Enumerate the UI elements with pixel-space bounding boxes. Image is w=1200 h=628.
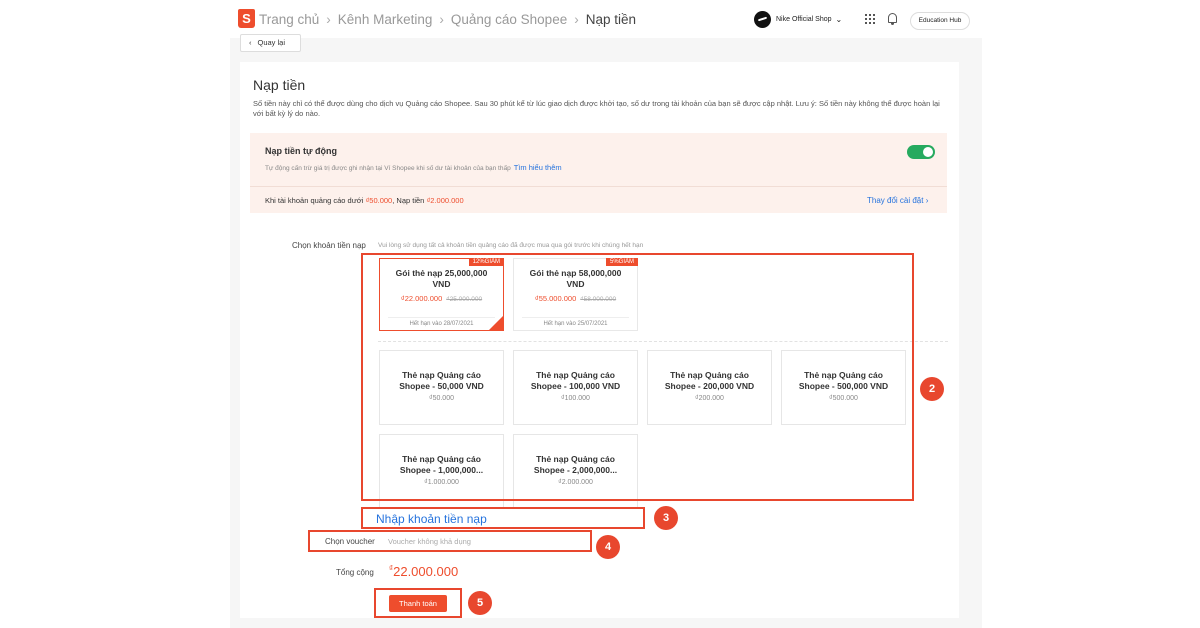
topup-hint: Vui lòng sử dụng tất cả khoản tiền quảng… [378, 242, 644, 249]
back-button[interactable]: ‹ Quay lại [240, 34, 301, 52]
chevron-right-icon: › [925, 196, 929, 205]
shop-avatar [754, 11, 771, 28]
change-settings-link[interactable]: Thay đổi cài đặt › [867, 196, 928, 205]
notification-bell-icon[interactable] [888, 13, 897, 25]
breadcrumb: Trang chủ › Kênh Marketing › Quảng cáo Shope… [259, 11, 636, 27]
callout-box-enter-amount [361, 507, 645, 529]
shop-name: Nike Official Shop [776, 16, 832, 23]
auto-topup-toggle[interactable] [907, 145, 935, 159]
callout-number: 3 [654, 506, 678, 530]
callout-box-topup-options [361, 253, 914, 501]
chevron-right-icon: › [574, 11, 579, 27]
auto-topup-subtitle: Tự động cấn trừ giá trị được ghi nhận tạ… [265, 163, 562, 172]
total-label: Tổng cộng [336, 568, 374, 577]
topup-amount-label: Chọn khoản tiền nạp [292, 241, 366, 250]
page-description: Số tiền này chỉ có thể được dùng cho dịc… [253, 99, 940, 118]
condition-mid: , Nạp tiền [392, 196, 425, 205]
auto-topup-subtitle-text: Tự động cấn trừ giá trị được ghi nhận tạ… [265, 165, 511, 172]
callout-box-voucher [308, 530, 592, 552]
chevron-right-icon: › [439, 11, 444, 27]
callout-box-pay [374, 588, 462, 618]
breadcrumb-ads[interactable]: Quảng cáo Shopee [451, 12, 567, 27]
breadcrumb-marketing[interactable]: Kênh Marketing [338, 12, 433, 27]
apps-grid-icon[interactable] [865, 14, 875, 24]
chevron-left-icon: ‹ [249, 38, 252, 47]
back-label: Quay lại [257, 38, 286, 47]
threshold-value: ₫50.000 [365, 196, 393, 205]
callout-number: 5 [468, 591, 492, 615]
callout-number: 4 [596, 535, 620, 559]
topup-amount-value: ₫2.000.000 [426, 196, 464, 205]
total-value: ₫22.000.000 [389, 564, 458, 579]
education-hub-button[interactable]: Education Hub [910, 12, 970, 30]
change-settings-label: Thay đổi cài đặt [867, 196, 924, 205]
total-amount: 22.000.000 [393, 564, 459, 579]
chevron-down-icon: ⌄ [835, 15, 843, 24]
breadcrumb-home[interactable]: Trang chủ [259, 12, 319, 27]
auto-topup-title: Nạp tiền tự động [265, 146, 338, 156]
condition-prefix: Khi tài khoản quảng cáo dưới [265, 196, 364, 205]
shop-switcher[interactable]: Nike Official Shop ⌄ [754, 11, 842, 28]
chevron-right-icon: › [326, 11, 331, 27]
auto-topup-condition: Khi tài khoản quảng cáo dưới ₫50.000, Nạ… [265, 196, 464, 205]
breadcrumb-current: Nạp tiền [585, 11, 637, 27]
learn-more-link[interactable]: Tìm hiểu thêm [514, 163, 562, 172]
callout-number: 2 [920, 377, 944, 401]
page-title: Nạp tiền [253, 77, 306, 93]
shopee-logo-icon[interactable]: S [238, 9, 255, 28]
divider [250, 186, 947, 187]
